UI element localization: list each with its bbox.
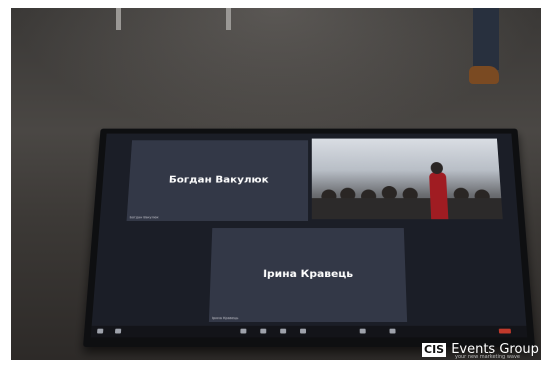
audience-rows	[311, 198, 503, 220]
record-icon	[300, 328, 307, 334]
leave-icon	[498, 328, 512, 334]
participant-tile-1: Богдан Вакулюк Богдан Вакулюк	[126, 140, 309, 221]
standing-person-shoe	[469, 66, 499, 84]
chair-leg	[226, 8, 231, 30]
participant-name: Богдан Вакулюк	[168, 174, 269, 186]
video-call-screen: Богдан Вакулюк Богдан Вакулюк Ірина Крав…	[90, 133, 528, 338]
speaker-head	[430, 162, 444, 175]
participants-icon	[240, 328, 247, 334]
monitor: Богдан Вакулюк Богдан Вакулюк Ірина Крав…	[83, 128, 535, 347]
participant-tag: Богдан Вакулюк	[129, 215, 159, 220]
participant-tile-2: Ірина Кравець Ірина Кравець	[208, 228, 408, 322]
participant-name: Ірина Кравець	[262, 267, 354, 280]
apps-icon	[389, 328, 396, 334]
participant-tag: Ірина Кравець	[211, 316, 239, 321]
brand-logo: CIS	[422, 343, 447, 357]
chair-leg	[116, 8, 121, 30]
speaker-standing	[429, 172, 449, 220]
reactions-icon	[359, 328, 366, 334]
photo: Богдан Вакулюк Богдан Вакулюк Ірина Крав…	[11, 8, 541, 360]
standing-person-leg	[473, 8, 499, 70]
video-icon	[114, 328, 122, 334]
audience-video-tile	[311, 138, 503, 220]
call-toolbar	[90, 325, 528, 338]
share-icon	[280, 328, 287, 334]
floor-reflection	[11, 8, 541, 138]
brand-tagline: your new marketing wave	[455, 354, 521, 360]
chat-icon	[260, 328, 267, 334]
mute-icon	[97, 328, 104, 334]
